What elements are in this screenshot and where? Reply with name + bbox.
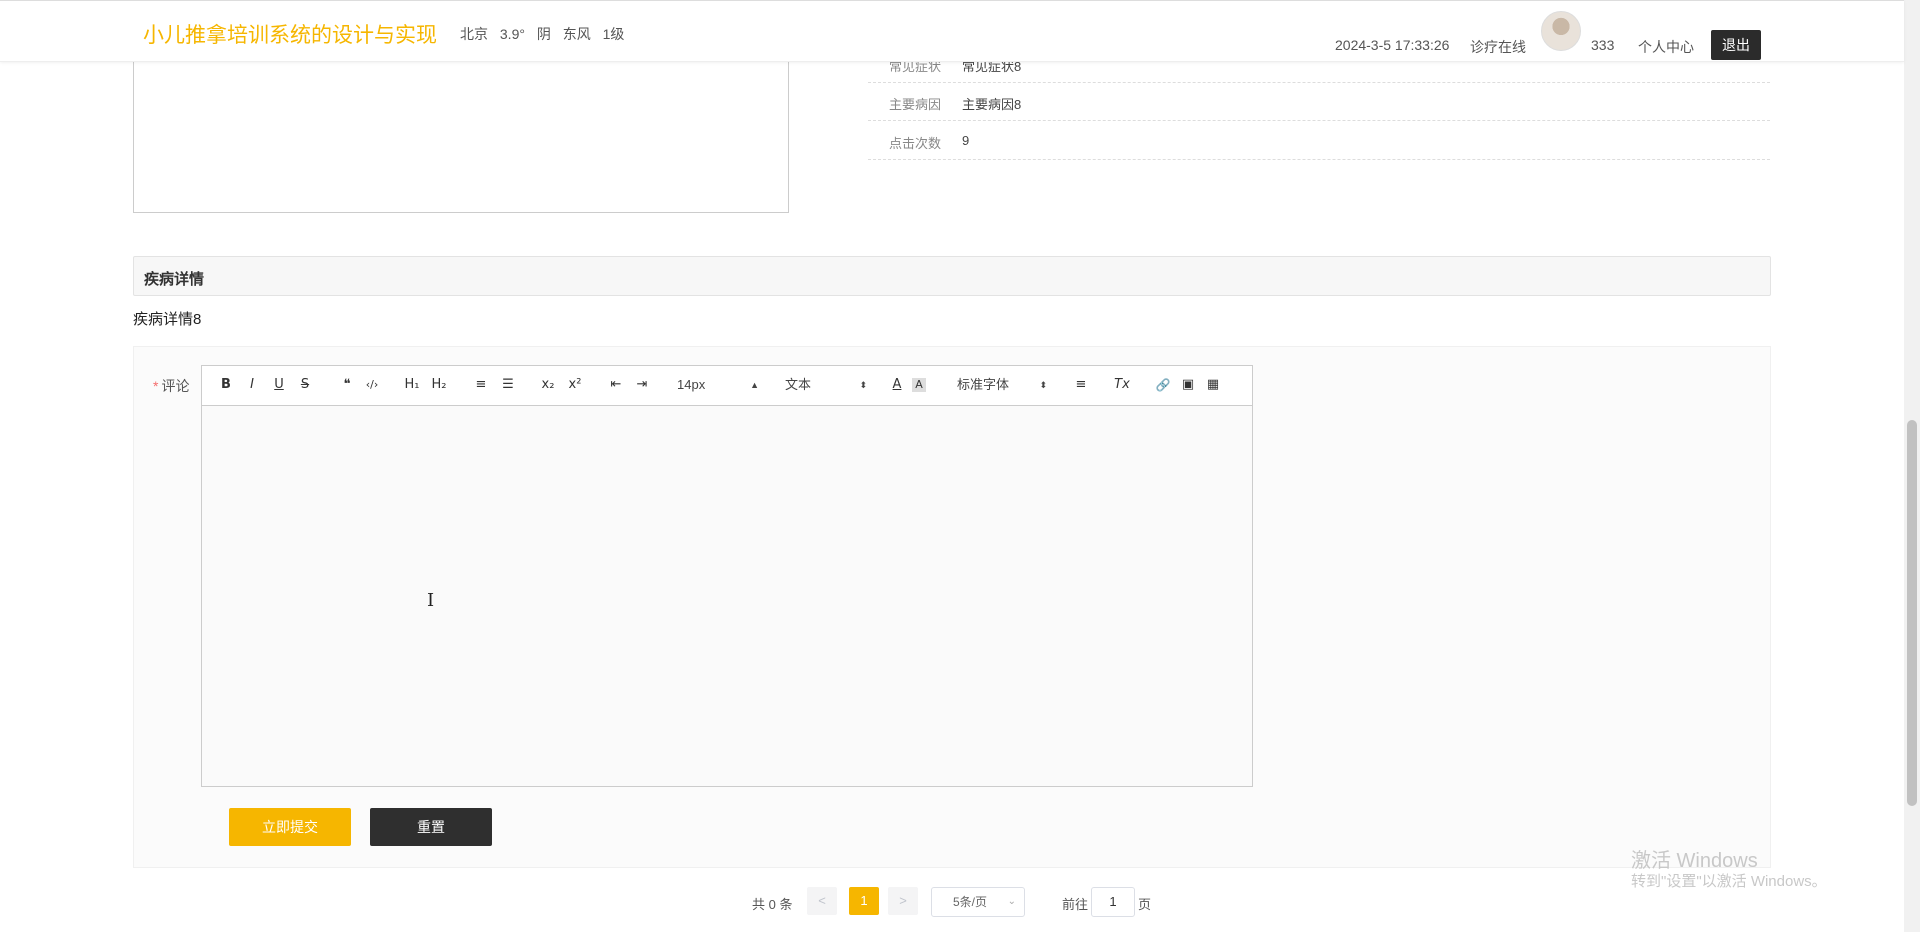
text-cursor-icon: I: [427, 590, 435, 611]
select-arrow-icon: ▲: [750, 380, 759, 390]
vertical-scrollbar[interactable]: [1904, 0, 1920, 932]
personal-center-link[interactable]: 个人中心: [1638, 37, 1694, 57]
info-row-clicks: 点击次数 9: [868, 121, 1770, 160]
prev-page-button[interactable]: <: [807, 887, 837, 915]
underline-button[interactable]: U: [269, 375, 289, 395]
weather-city: 北京: [460, 26, 488, 42]
h1-button[interactable]: H₁: [402, 375, 422, 395]
text-color-icon[interactable]: A: [887, 375, 907, 395]
detail-image-box: [133, 40, 789, 213]
clean-format-button[interactable]: Tx: [1112, 375, 1132, 395]
logout-button[interactable]: 退出: [1711, 30, 1761, 60]
comment-label-text: 评论: [161, 378, 190, 394]
info-row-cause: 主要病因 主要病因8: [868, 82, 1770, 121]
username: 333: [1591, 37, 1615, 53]
weather-widget: 北京 3.9° 阴 东风 1级: [460, 24, 632, 44]
windows-activation-title: 激活 Windows: [1631, 850, 1758, 872]
goto-label: 前往: [1062, 897, 1089, 912]
select-arrow-icon: ⬍: [1039, 380, 1047, 390]
italic-button[interactable]: I: [242, 375, 262, 395]
info-key: 点击次数: [889, 136, 942, 151]
weather-level: 1级: [602, 26, 625, 42]
comment-label: * 评论: [153, 376, 189, 396]
submit-button[interactable]: 立即提交: [229, 808, 351, 846]
windows-activation-hint: 转到"设置"以激活 Windows。: [1631, 873, 1827, 890]
avatar[interactable]: [1541, 11, 1581, 51]
chevron-down-icon: ⌄: [1007, 896, 1016, 907]
code-button[interactable]: ‹/›: [362, 375, 382, 395]
page-number-button[interactable]: 1: [849, 887, 879, 915]
current-datetime: 2024-3-5 17:33:26: [1335, 37, 1450, 53]
detail-content: 疾病详情8: [133, 311, 202, 328]
indent-button[interactable]: ⇥: [632, 375, 652, 395]
goto-suffix: 页: [1138, 897, 1152, 912]
h2-button[interactable]: H₂: [429, 375, 449, 395]
image-icon[interactable]: ▣: [1178, 375, 1198, 395]
weather-temp: 3.9°: [499, 26, 525, 42]
editor-toolbar: B I U S ❝ ‹/› H₁ H₂ ≡ ☰ x₂ x² ⇤ ⇥ 14px ▲…: [202, 366, 1252, 406]
editor-content-area[interactable]: I: [202, 406, 1252, 786]
bold-button[interactable]: B: [216, 375, 236, 395]
page-size-value: 5条/页: [953, 895, 988, 909]
info-key: 主要病因: [889, 97, 942, 112]
bullet-list-button[interactable]: ☰: [498, 375, 518, 395]
site-title[interactable]: 小儿推拿培训系统的设计与实现: [143, 19, 437, 49]
ordered-list-button[interactable]: ≡: [471, 375, 491, 395]
total-count: 共 0 条: [752, 897, 793, 912]
detail-section-header: 疾病详情: [133, 256, 1771, 296]
outdent-button[interactable]: ⇤: [606, 375, 626, 395]
scrollbar-thumb[interactable]: [1907, 420, 1917, 806]
font-family-value: 标准字体: [957, 377, 1010, 392]
page-size-select[interactable]: 5条/页 ⌄: [931, 887, 1025, 917]
font-size-select[interactable]: 14px ▲: [677, 375, 759, 395]
heading-select[interactable]: 文本 ⬍: [785, 375, 867, 395]
info-value: 9: [962, 133, 970, 148]
online-consult-link[interactable]: 诊疗在线: [1470, 37, 1526, 57]
rich-text-editor: B I U S ❝ ‹/› H₁ H₂ ≡ ☰ x₂ x² ⇤ ⇥ 14px ▲…: [201, 365, 1253, 787]
subscript-button[interactable]: x₂: [538, 375, 558, 395]
quote-button[interactable]: ❝: [337, 375, 357, 395]
weather-condition: 阴: [536, 26, 551, 42]
required-mark: *: [153, 378, 159, 394]
strike-button[interactable]: S: [295, 375, 315, 395]
section-title: 疾病详情: [144, 271, 205, 288]
top-header: 小儿推拿培训系统的设计与实现 北京 3.9° 阴 东风 1级 2024-3-5 …: [0, 0, 1904, 62]
font-size-value: 14px: [677, 377, 706, 392]
align-button[interactable]: ≡: [1071, 375, 1091, 395]
superscript-button[interactable]: x²: [565, 375, 585, 395]
reset-button[interactable]: 重置: [370, 808, 492, 846]
weather-wind: 东风: [562, 26, 591, 42]
heading-value: 文本: [785, 377, 812, 392]
video-icon[interactable]: ▦: [1203, 375, 1223, 395]
goto-page-input[interactable]: 1: [1091, 887, 1135, 917]
select-arrow-icon: ⬍: [859, 380, 867, 390]
background-color-icon[interactable]: A: [912, 378, 926, 392]
info-value: 主要病因8: [962, 97, 1022, 112]
font-family-select[interactable]: 标准字体 ⬍: [957, 375, 1047, 395]
link-icon[interactable]: 🔗: [1153, 375, 1173, 395]
next-page-button[interactable]: >: [888, 887, 918, 915]
